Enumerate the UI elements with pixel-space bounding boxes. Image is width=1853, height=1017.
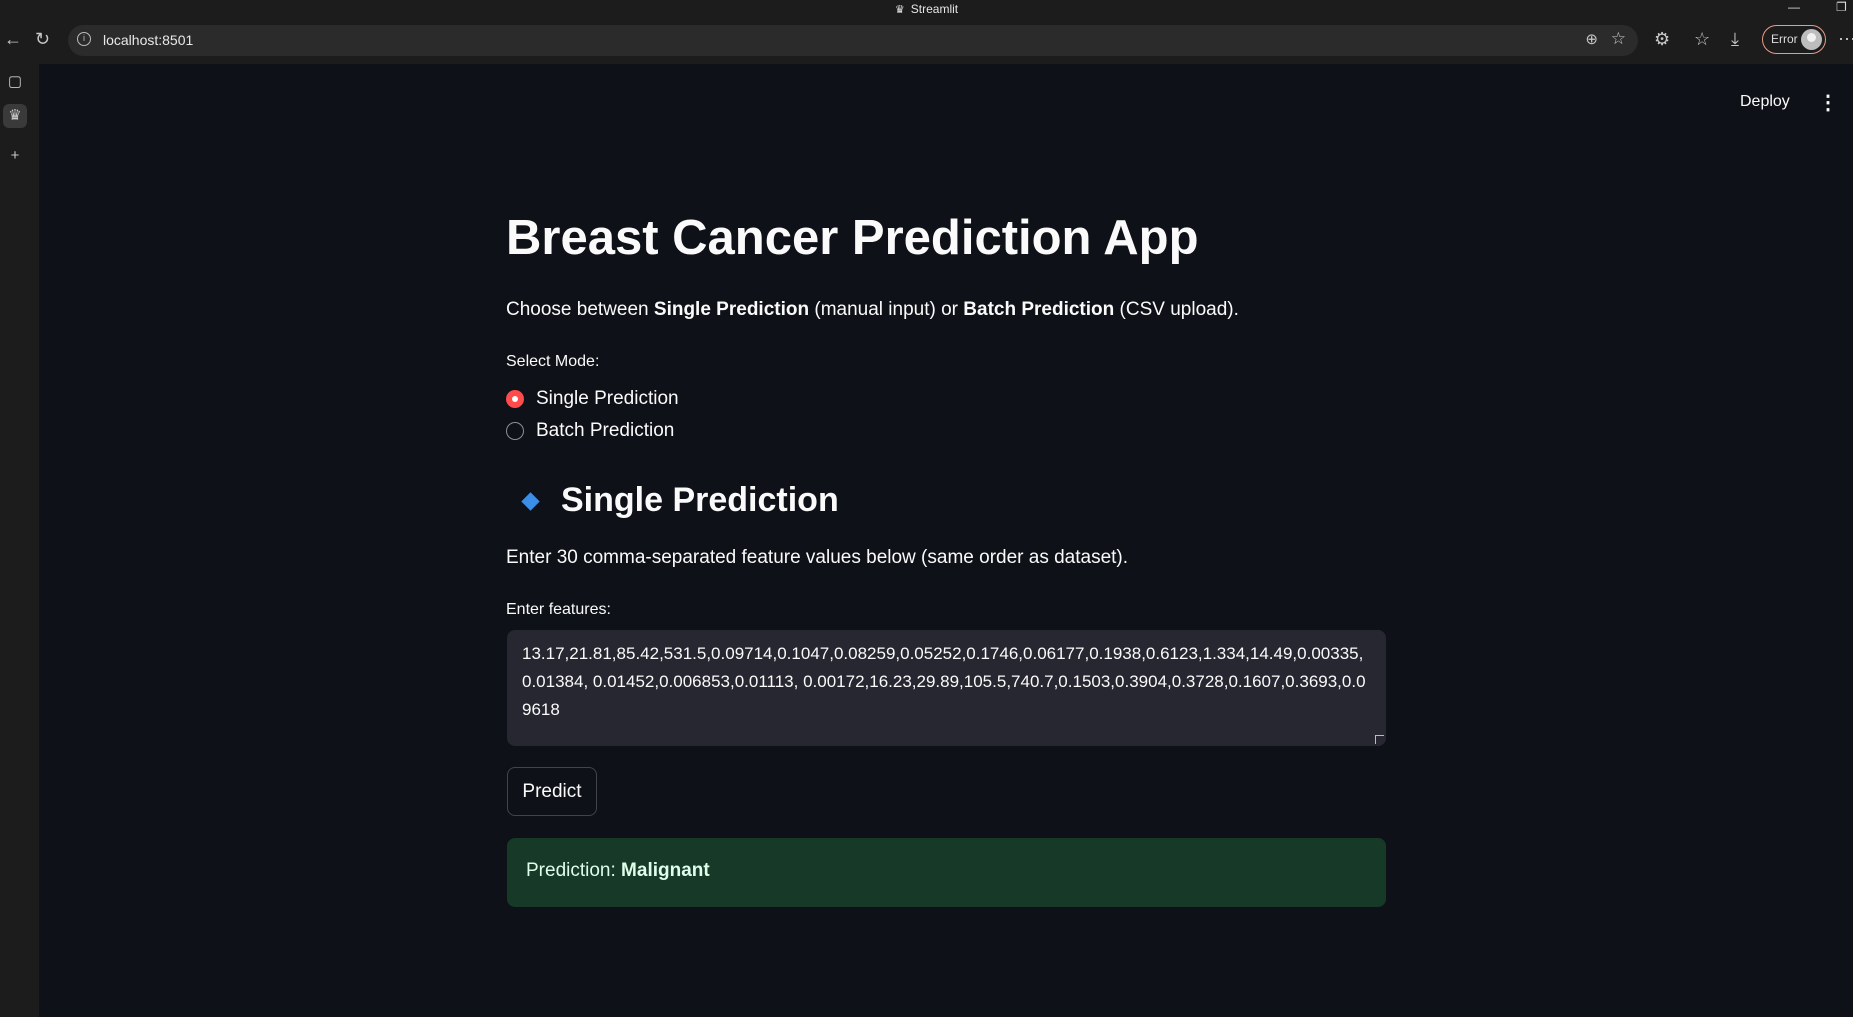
prediction-result-alert: Prediction: Malignant <box>507 838 1386 907</box>
profile-error-button[interactable]: Error <box>1762 25 1826 54</box>
radio-selected-indicator[interactable] <box>506 390 524 408</box>
section-title: Single Prediction <box>561 481 839 519</box>
new-tab-icon[interactable]: + <box>3 144 27 168</box>
resize-handle-icon[interactable] <box>1375 735 1384 744</box>
more-menu-icon[interactable]: ⋯ <box>1838 29 1853 50</box>
tab-actions-icon[interactable]: ▢ <box>3 70 27 94</box>
deploy-button[interactable]: Deploy <box>1740 93 1790 111</box>
profile-error-label: Error <box>1771 32 1798 46</box>
zoom-icon[interactable]: ⊕ <box>1585 30 1598 48</box>
radio-single-label[interactable]: Single Prediction <box>536 388 679 410</box>
result-value: Malignant <box>621 860 710 881</box>
radio-batch-label[interactable]: Batch Prediction <box>536 420 674 442</box>
favorite-star-icon[interactable]: ☆ <box>1611 29 1626 49</box>
address-bar[interactable]: i localhost:8501 ⊕ ☆ <box>68 25 1638 56</box>
streamlit-crown-icon: ♛ <box>894 4 905 16</box>
window-title-text: Streamlit <box>910 2 959 16</box>
browser-toolbar: ← ↻ i localhost:8501 ⊕ ☆ ⚙ ☆ ⤓ Error ⋯ <box>0 19 1853 64</box>
mode-label: Select Mode: <box>506 353 600 370</box>
extensions-icon[interactable]: ⚙ <box>1654 29 1670 50</box>
instructions-text: Enter 30 comma-separated feature values … <box>506 547 1129 568</box>
tab-streamlit-icon[interactable]: ♛ <box>3 104 27 128</box>
url-text[interactable]: localhost:8501 <box>103 32 193 48</box>
downloads-icon[interactable]: ⤓ <box>1731 29 1739 50</box>
refresh-icon[interactable]: ↻ <box>35 29 50 50</box>
features-textarea[interactable]: 13.17,21.81,85.42,531.5,0.09714,0.1047,0… <box>507 630 1386 746</box>
result-prefix: Prediction: <box>526 860 622 881</box>
restore-icon[interactable]: ❐ <box>1836 0 1847 14</box>
avatar-icon <box>1801 29 1822 50</box>
features-label: Enter features: <box>506 601 611 618</box>
minimize-icon[interactable]: — <box>1788 0 1800 14</box>
site-info-icon[interactable]: i <box>77 32 91 46</box>
window-title: ♛ Streamlit <box>0 2 1853 16</box>
page-title: Breast Cancer Prediction App <box>506 211 1199 265</box>
predict-button[interactable]: Predict <box>507 767 597 816</box>
favorites-icon[interactable]: ☆ <box>1694 29 1710 50</box>
window-titlebar: ♛ Streamlit — ❐ <box>0 0 1853 19</box>
radio-unselected-indicator[interactable] <box>506 422 524 440</box>
intro-text: Choose between Single Prediction (manual… <box>506 299 1239 320</box>
main-menu-icon[interactable]: ⋮ <box>1818 90 1838 115</box>
back-icon[interactable]: ← <box>4 29 22 50</box>
vertical-tabs-bar: ▢ ♛ + <box>0 64 39 1017</box>
